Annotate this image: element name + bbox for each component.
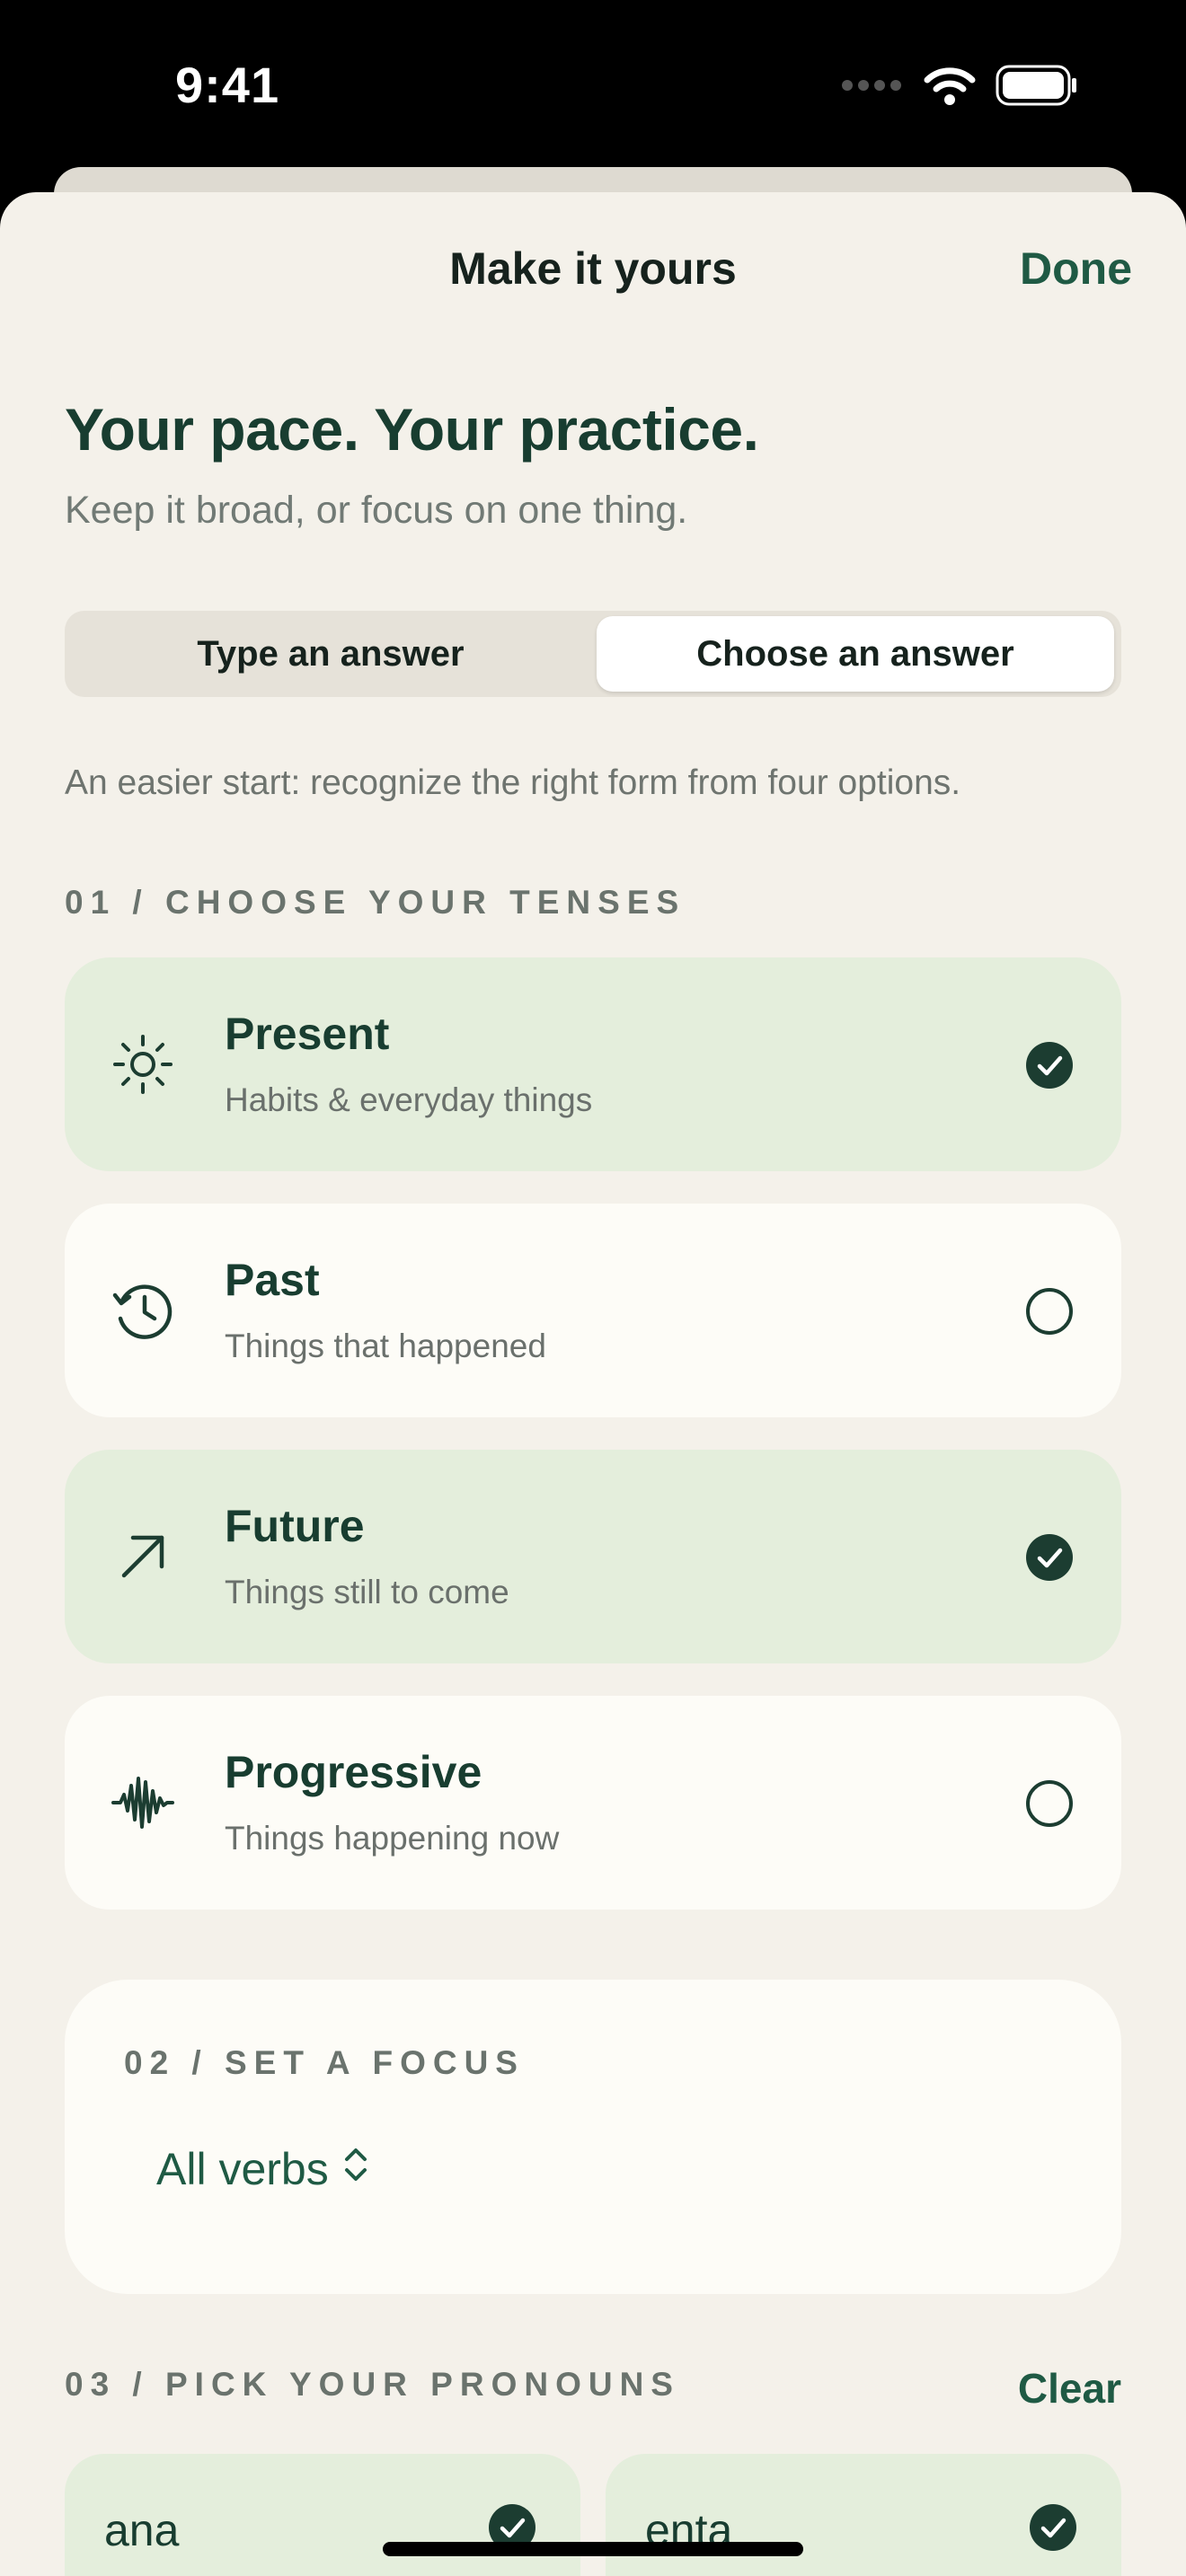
tense-description: Things happening now [225,1820,560,1857]
battery-icon [996,65,1078,110]
focus-section-label: 02 / SET A FOCUS [124,2044,525,2081]
tense-card-past[interactable]: Past Things that happened [65,1204,1121,1417]
checkmark-circle-icon [1030,2504,1076,2551]
answer-mode-segmented-control: Type an answer Choose an answer [65,611,1121,697]
settings-sheet: Make it yours Done Your pace. Your pract… [0,192,1186,2576]
sheet-title: Make it yours [449,243,737,294]
focus-picker[interactable]: All verbs [156,2143,370,2195]
tense-title: Present [225,1009,390,1059]
chevron-up-down-icon [341,2143,370,2195]
pronoun-chip-ana[interactable]: ana [65,2454,580,2576]
headline: Your pace. Your practice. [65,396,759,463]
status-bar: 9:41 [0,0,1186,171]
history-icon [111,1279,174,1342]
done-button[interactable]: Done [1020,243,1132,295]
arrow-up-right-icon [111,1525,174,1588]
tense-title: Future [225,1501,365,1551]
home-indicator [383,2542,803,2556]
status-time: 9:41 [175,57,280,113]
tense-description: Habits & everyday things [225,1081,593,1118]
clear-button[interactable]: Clear [1018,2364,1121,2413]
subheading: Keep it broad, or focus on one thing. [65,489,688,532]
status-icons [841,65,1078,110]
tense-description: Things that happened [225,1328,546,1364]
pronoun-label: ana [104,2505,180,2555]
segment-type-answer[interactable]: Type an answer [70,616,591,692]
empty-circle-icon [1026,1288,1073,1335]
tense-card-future[interactable]: Future Things still to come [65,1450,1121,1663]
sun-icon [111,1033,174,1096]
tense-title: Past [225,1255,320,1305]
cellular-signal-icon [841,79,904,96]
tense-title: Progressive [225,1747,482,1797]
pronouns-section-label: 03 / PICK YOUR PRONOUNS [65,2366,680,2403]
tense-card-progressive[interactable]: Progressive Things happening now [65,1696,1121,1910]
focus-value: All verbs [156,2144,329,2194]
waveform-icon [111,1771,174,1834]
tense-description: Things still to come [225,1574,509,1610]
pronoun-chip-enta[interactable]: enta [606,2454,1121,2576]
empty-circle-icon [1026,1780,1073,1827]
wifi-icon [924,66,976,110]
segment-choose-answer[interactable]: Choose an answer [597,616,1114,692]
answer-mode-hint: An easier start: recognize the right for… [65,763,961,802]
focus-card: 02 / SET A FOCUS All verbs [65,1980,1121,2294]
tense-card-present[interactable]: Present Habits & everyday things [65,957,1121,1171]
checkmark-circle-icon [1026,1042,1073,1089]
tenses-section-label: 01 / CHOOSE YOUR TENSES [65,884,686,921]
checkmark-circle-icon [1026,1534,1073,1581]
